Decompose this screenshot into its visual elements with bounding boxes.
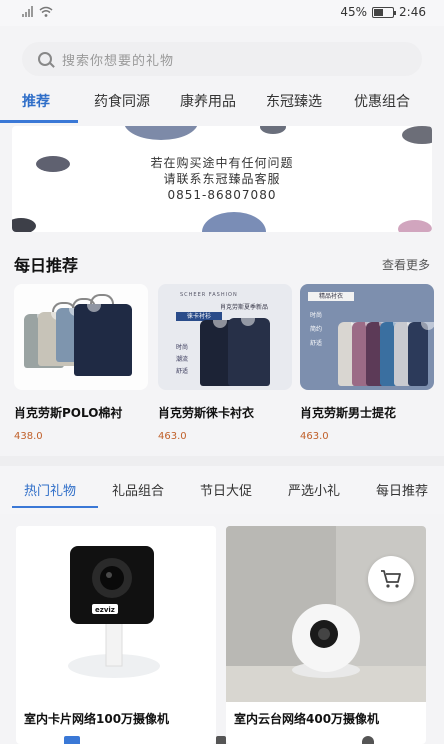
image-tag: 精品衬衣 (308, 292, 354, 301)
camera-image (16, 526, 216, 702)
category-tabs: 推荐 药食同源 康养用品 东冠臻选 优惠组合 (0, 88, 444, 124)
bottom-nav (0, 734, 444, 744)
tab-health-products[interactable]: 康养用品 (180, 88, 236, 116)
image-feature: 舒适 (310, 340, 323, 347)
banner-dot (202, 212, 266, 232)
search-placeholder: 搜索你想要的礼物 (62, 53, 175, 69)
section-divider (0, 456, 444, 466)
active-tab-indicator (0, 120, 78, 123)
image-feature: 时尚 (176, 344, 189, 351)
product-image (14, 284, 148, 390)
gift-name: 室内卡片网络100万摄像机 (24, 712, 170, 726)
shirt (74, 304, 132, 376)
image-feature: 舒适 (176, 368, 189, 375)
product-card[interactable]: SCHEER FASHION 肖克劳斯夏季新品 徕卡衬衫 时尚 潮流 舒适 肖克… (158, 284, 292, 442)
banner-text-line2: 请联系东冠臻品客服 (163, 172, 281, 186)
product-price: 438.0 (14, 431, 43, 442)
product-card[interactable]: 精品衬衣 时尚 简约 舒适 肖克劳斯男士提花 463.0 (300, 284, 434, 442)
banner-dot (260, 126, 286, 134)
hanger (90, 294, 114, 304)
image-feature: 简约 (310, 326, 323, 333)
tab-food-medicine[interactable]: 药食同源 (94, 88, 150, 116)
add-to-cart-button[interactable] (368, 556, 414, 602)
gift-name: 室内云台网络400万摄像机 (234, 712, 380, 726)
profile-icon[interactable] (362, 736, 374, 744)
gift-card[interactable]: ezviz 室内卡片网络100万摄像机 (16, 526, 216, 744)
daily-section-header: 每日推荐 查看更多 (14, 252, 430, 276)
image-feature: 时尚 (310, 312, 323, 319)
product-price: 463.0 (158, 431, 187, 442)
tab-discount-bundle[interactable]: 优惠组合 (354, 88, 410, 116)
product-name: 肖克劳斯徕卡衬衣 (158, 406, 255, 420)
wifi-icon (39, 6, 53, 17)
shirt (408, 322, 434, 386)
status-left (22, 6, 53, 17)
product-image: SCHEER FASHION 肖克劳斯夏季新品 徕卡衬衫 时尚 潮流 舒适 (158, 284, 292, 390)
product-name: 肖克劳斯POLO棉衬 (14, 406, 123, 420)
image-feature: 潮流 (176, 356, 189, 363)
image-brand-text: SCHEER FASHION (180, 292, 238, 298)
battery-icon (372, 6, 397, 18)
banner-dot (402, 126, 432, 144)
banner-text-line1: 若在购买途中有任何问题 (150, 156, 294, 170)
cart-icon (381, 570, 401, 588)
view-more-link[interactable]: 查看更多 (382, 256, 430, 273)
search-icon (38, 52, 52, 66)
category-icon[interactable] (216, 736, 226, 744)
search-input[interactable]: 搜索你想要的礼物 (22, 42, 422, 76)
image-headline: 肖克劳斯夏季新品 (220, 304, 269, 311)
camera-image (226, 526, 426, 702)
banner-phone: 0851-86807080 (167, 188, 277, 202)
product-name: 肖克劳斯男士提花 (300, 406, 397, 420)
tab-gift-bundles[interactable]: 礼品组合 (112, 480, 164, 499)
tab-selected-small-gifts[interactable]: 严选小礼 (288, 480, 340, 499)
banner-dot (12, 218, 36, 232)
status-bar: 45% 2:46 (0, 0, 444, 26)
signal-icon (22, 6, 33, 17)
clock: 2:46 (399, 5, 426, 19)
battery-percent: 45% (340, 5, 368, 19)
camera-brand-label: ezviz (95, 606, 115, 614)
product-price: 463.0 (300, 431, 329, 442)
product-image: 精品衬衣 时尚 简约 舒适 (300, 284, 434, 390)
tab-hot-gifts[interactable]: 热门礼物 (24, 480, 76, 499)
tab-festival-sale[interactable]: 节日大促 (200, 480, 252, 499)
status-right: 45% 2:46 (340, 5, 426, 19)
product-card[interactable]: 肖克劳斯POLO棉衬 438.0 (14, 284, 148, 442)
active-gift-tab-indicator (12, 506, 98, 508)
banner-dot (398, 220, 432, 232)
tab-dongguan-select[interactable]: 东冠臻选 (266, 88, 322, 116)
gift-card[interactable]: 室内云台网络400万摄像机 (226, 526, 426, 744)
shirt (228, 318, 270, 386)
contact-banner[interactable]: 若在购买途中有任何问题 请联系东冠臻品客服 0851-86807080 (12, 126, 432, 232)
tab-recommend[interactable]: 推荐 (22, 88, 50, 116)
daily-section-title: 每日推荐 (14, 256, 79, 275)
home-icon[interactable] (64, 736, 80, 744)
banner-dot (124, 126, 198, 140)
tab-daily-recommend[interactable]: 每日推荐 (376, 480, 428, 499)
